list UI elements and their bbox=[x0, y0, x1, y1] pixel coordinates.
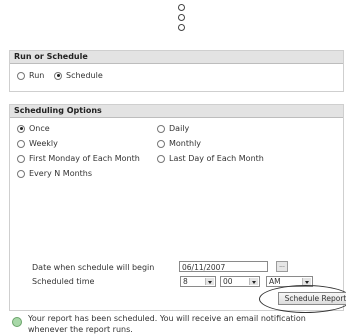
radio-icon[interactable] bbox=[17, 169, 25, 178]
schedule-notification: Your report has been scheduled. You will… bbox=[28, 314, 306, 334]
hour-value: 8 bbox=[183, 277, 188, 286]
radio-daily-label: Daily bbox=[169, 124, 190, 133]
radio-icon[interactable] bbox=[17, 71, 25, 80]
pager bbox=[178, 4, 186, 34]
date-label: Date when schedule will begin bbox=[32, 263, 155, 272]
pager-dot[interactable] bbox=[178, 24, 185, 31]
radio-icon[interactable] bbox=[54, 71, 62, 80]
radio-once[interactable]: Once bbox=[17, 124, 50, 133]
time-label: Scheduled time bbox=[32, 277, 95, 286]
radio-once-label: Once bbox=[29, 124, 50, 133]
radio-monthly-label: Monthly bbox=[169, 139, 202, 148]
radio-icon[interactable] bbox=[17, 139, 25, 148]
radio-every-n-months[interactable]: Every N Months bbox=[17, 169, 92, 178]
chevron-down-icon[interactable] bbox=[249, 278, 258, 285]
radio-last-day-label: Last Day of Each Month bbox=[169, 154, 264, 163]
radio-daily[interactable]: Daily bbox=[157, 124, 189, 133]
radio-icon[interactable] bbox=[17, 154, 25, 163]
radio-weekly-label: Weekly bbox=[29, 139, 58, 148]
radio-icon[interactable] bbox=[157, 139, 165, 148]
radio-schedule-label: Schedule bbox=[66, 71, 103, 80]
radio-icon[interactable] bbox=[157, 154, 165, 163]
pager-dot[interactable] bbox=[178, 4, 185, 11]
radio-schedule[interactable]: Schedule bbox=[54, 71, 103, 80]
minute-value: 00 bbox=[223, 277, 233, 286]
pager-dot[interactable] bbox=[178, 14, 185, 21]
ampm-value: AM bbox=[269, 277, 281, 286]
calendar-button[interactable]: ... bbox=[276, 261, 288, 272]
chevron-down-icon[interactable] bbox=[205, 278, 214, 285]
radio-last-day[interactable]: Last Day of Each Month bbox=[157, 154, 264, 163]
hour-select[interactable]: 8 bbox=[180, 276, 216, 287]
radio-monthly[interactable]: Monthly bbox=[157, 139, 201, 148]
chevron-down-icon[interactable] bbox=[302, 278, 311, 285]
date-input[interactable]: 06/11/2007 bbox=[179, 261, 268, 272]
schedule-report-button[interactable]: Schedule Report bbox=[278, 292, 346, 305]
radio-run-label: Run bbox=[29, 71, 45, 80]
radio-every-n-months-label: Every N Months bbox=[29, 169, 93, 178]
radio-weekly[interactable]: Weekly bbox=[17, 139, 58, 148]
run-or-schedule-header: Run or Schedule bbox=[10, 51, 343, 64]
check-icon bbox=[12, 317, 22, 327]
radio-icon[interactable] bbox=[157, 124, 165, 133]
radio-first-monday-label: First Monday of Each Month bbox=[29, 154, 140, 163]
radio-first-monday[interactable]: First Monday of Each Month bbox=[17, 154, 140, 163]
scheduling-options-header: Scheduling Options bbox=[10, 105, 343, 118]
minute-select[interactable]: 00 bbox=[220, 276, 260, 287]
radio-icon[interactable] bbox=[17, 124, 25, 133]
radio-run[interactable]: Run bbox=[17, 71, 44, 80]
